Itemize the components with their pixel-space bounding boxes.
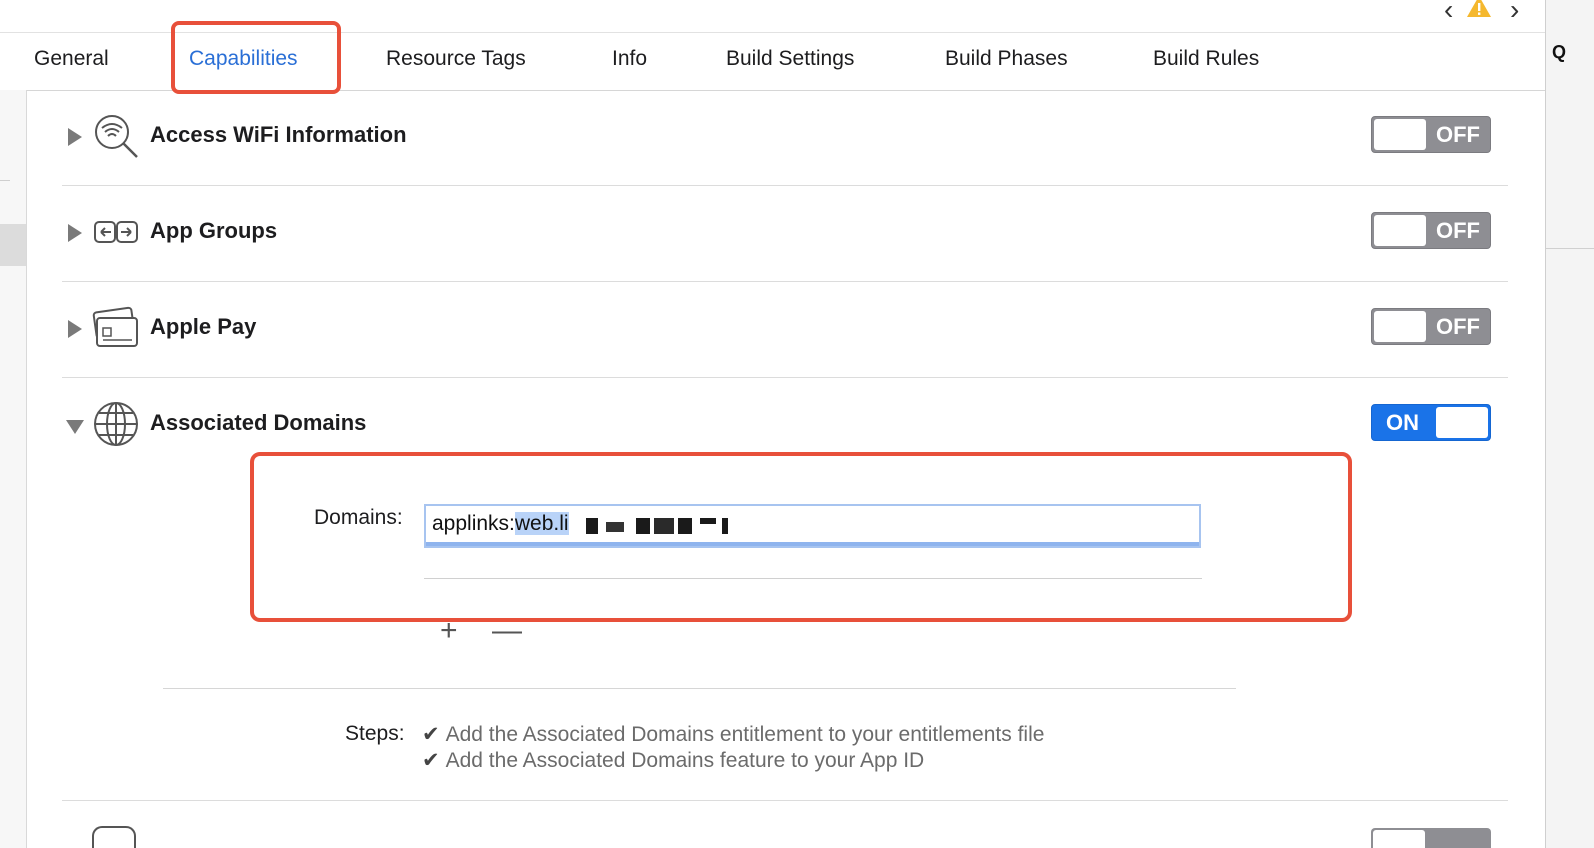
domain-entry-field[interactable]: applinks:web.li [424,504,1201,548]
tab-build-settings[interactable]: Build Settings [726,47,854,71]
tab-general[interactable]: General [34,47,109,71]
capability-title: Associated Domains [150,410,367,435]
sidebar-divider [0,180,10,181]
toggle-knob [1374,311,1426,342]
disclosure-triangle-icon[interactable] [68,224,82,242]
tab-build-phases[interactable]: Build Phases [945,47,1068,71]
globe-icon [94,402,138,446]
right-panel-partial-label: Q [1552,42,1567,62]
toggle-knob [1374,119,1426,150]
step-text: Add the Associated Domains feature to yo… [445,749,925,772]
disclosure-triangle-icon[interactable] [68,320,82,338]
toggle-label: OFF [1436,122,1480,147]
capability-title: Apple Pay [150,314,257,339]
remove-domain-button[interactable]: — [492,616,522,646]
step-item: ✔ Add the Associated Domains entitlement … [422,722,1044,747]
access-wifi-toggle[interactable]: OFF [1371,116,1491,153]
disclosure-triangle-icon[interactable] [68,128,82,146]
step-item: ✔ Add the Associated Domains feature to y… [422,748,924,773]
chevron-left-icon[interactable]: ‹ [1444,0,1453,24]
right-panel-separator [1546,248,1594,249]
redacted-mosaic [722,518,728,534]
redacted-mosaic [654,518,674,534]
domains-label: Domains: [314,506,403,529]
steps-label: Steps: [345,722,405,745]
tab-resource-tags[interactable]: Resource Tags [386,47,526,71]
domain-prefix: applinks: [432,512,515,535]
row-separator [62,800,1508,801]
step-text: Add the Associated Domains entitlement t… [445,723,1045,746]
redacted-mosaic [586,518,598,534]
warning-icon[interactable] [1466,0,1492,18]
right-inspector-panel [1546,0,1594,848]
apple-pay-icon [92,306,138,347]
toggle-knob [1374,215,1426,246]
next-capability-toggle[interactable] [1371,828,1491,848]
redacted-mosaic [636,518,650,534]
toggle-knob [1373,830,1425,848]
steps-separator [163,688,1236,689]
domain-list-bottom-line [424,578,1202,579]
wifi-search-icon [95,115,138,158]
disclosure-triangle-expanded-icon[interactable] [66,420,84,434]
next-capability-icon [92,826,136,848]
add-domain-button[interactable]: + [440,616,458,646]
redacted-mosaic [678,518,692,534]
redacted-mosaic [700,518,716,524]
app-groups-toggle[interactable]: OFF [1371,212,1491,249]
chevron-right-icon[interactable]: › [1510,0,1519,24]
checkmark-icon: ✔ [422,723,440,746]
toggle-label: OFF [1436,218,1480,243]
capability-title: Access WiFi Information [150,122,407,147]
domain-selected-text: web.li [514,512,569,535]
left-sidebar[interactable] [0,90,27,848]
app-groups-icon [94,221,138,243]
toggle-label: OFF [1436,314,1480,339]
tab-build-rules[interactable]: Build Rules [1153,47,1259,71]
capability-row-app-groups: App Groups OFF [62,186,1508,282]
apple-pay-toggle[interactable]: OFF [1371,308,1491,345]
toggle-knob [1436,407,1488,438]
checkmark-icon: ✔ [422,749,440,772]
sidebar-selected-item[interactable] [0,224,26,266]
capability-row-access-wifi: Access WiFi Information OFF [62,90,1508,186]
capabilities-tab-annotation [171,21,341,94]
capability-row-apple-pay: Apple Pay OFF [62,282,1508,378]
capability-title: App Groups [150,218,278,243]
redacted-mosaic [606,522,624,532]
associated-domains-toggle[interactable]: ON [1371,404,1491,441]
toggle-label: ON [1386,410,1419,435]
domain-entry-text[interactable]: applinks:web.li [432,512,569,536]
tab-info[interactable]: Info [612,47,647,71]
